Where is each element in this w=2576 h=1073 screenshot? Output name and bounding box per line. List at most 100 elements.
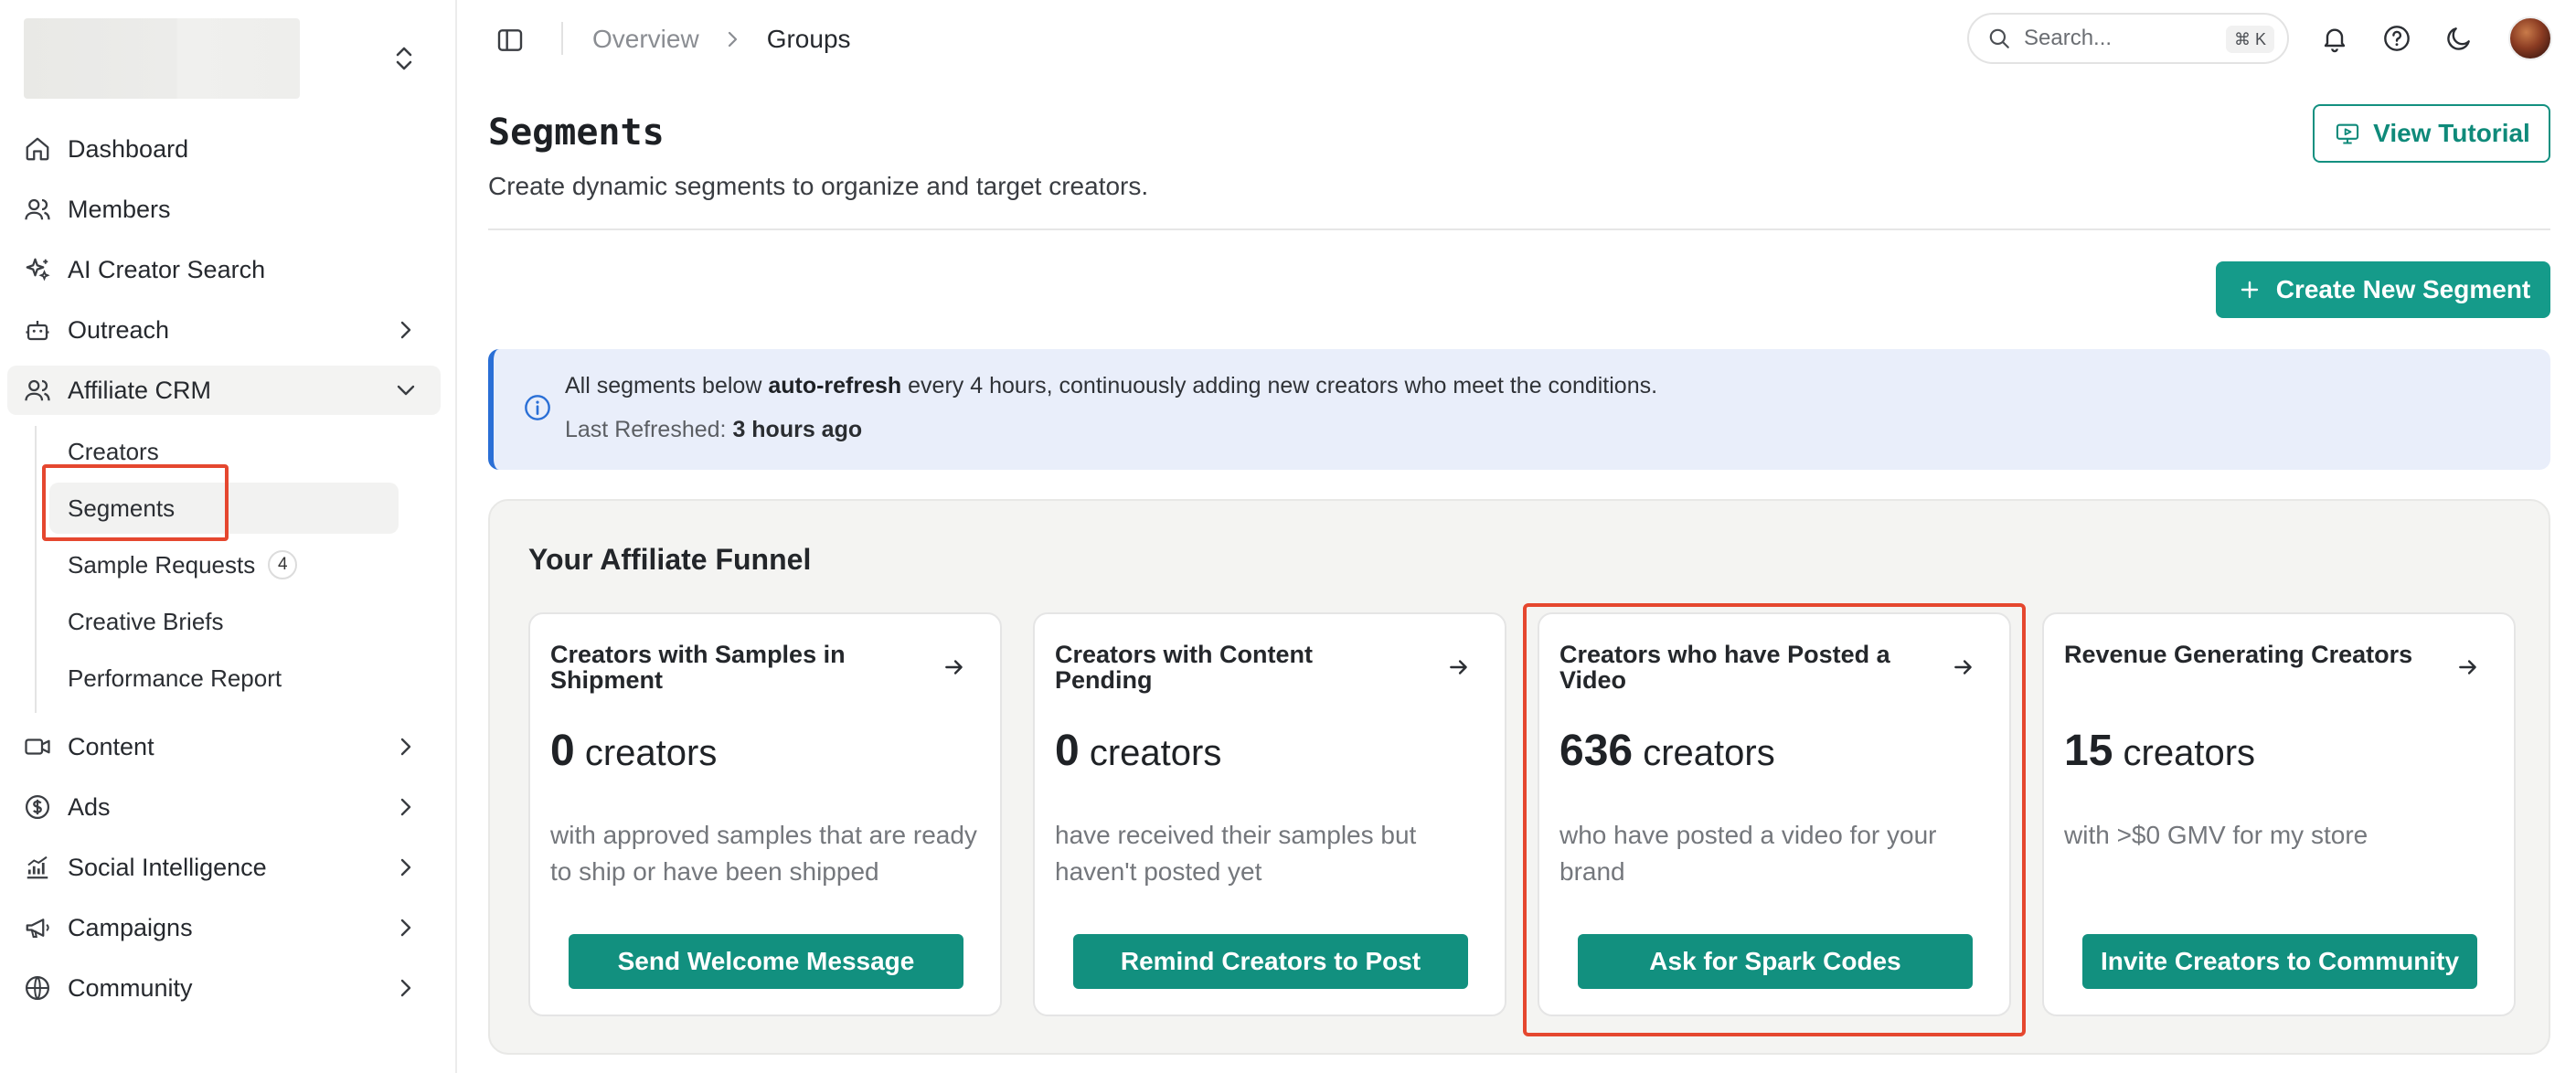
last-refreshed: Last Refreshed: 3 hours ago <box>565 417 862 443</box>
create-new-segment-button[interactable]: Create New Segment <box>2216 261 2550 318</box>
chart-icon <box>22 852 53 883</box>
sidebar-subitem-performance-report[interactable]: Performance Report <box>49 653 399 704</box>
breadcrumb-groups: Groups <box>766 25 851 53</box>
sidebar-subitem-label: Creators <box>68 437 159 465</box>
card-count-unit: creators <box>1643 733 1775 773</box>
sidebar-item-label: Members <box>68 195 171 223</box>
home-icon <box>22 133 53 165</box>
divider <box>488 228 2550 230</box>
bell-icon[interactable] <box>2316 20 2353 57</box>
ask-for-spark-codes-button[interactable]: Ask for Spark Codes <box>1578 934 1973 989</box>
chevron-right-icon <box>393 794 419 820</box>
plus-icon <box>2236 276 2263 303</box>
chevron-right-icon <box>393 734 419 760</box>
sidebar-subitem-segments[interactable]: Segments <box>49 483 399 534</box>
chevrons-up-down-icon[interactable] <box>382 37 426 80</box>
search-input[interactable]: Search... ⌘ K <box>1967 13 2289 64</box>
sidebar-item-community[interactable]: Community <box>7 963 441 1013</box>
card-count-number: 0 <box>550 727 575 775</box>
sidebar-subitem-creative-briefs[interactable]: Creative Briefs <box>49 596 399 647</box>
remind-creators-to-post-button[interactable]: Remind Creators to Post <box>1073 934 1468 989</box>
sidebar-item-label: Community <box>68 973 193 1002</box>
sidebar-subitem-sample-requests[interactable]: Sample Requests 4 <box>49 539 399 590</box>
sidebar-subitem-label: Segments <box>68 494 176 522</box>
workspace-logo <box>24 18 300 99</box>
card-description: who have posted a video for your brand <box>1559 821 1937 886</box>
chevron-right-icon <box>393 915 419 940</box>
sidebar-toggle-icon[interactable] <box>492 22 528 58</box>
sidebar-item-label: Campaigns <box>68 913 193 941</box>
monitor-play-icon <box>2333 119 2362 148</box>
card-title: Creators who have Posted a Video <box>1559 641 1890 694</box>
info-icon <box>521 391 554 424</box>
affiliate-funnel-panel: Your Affiliate Funnel Creators with Samp… <box>488 499 2550 1055</box>
breadcrumb: Overview Groups <box>592 22 851 57</box>
moon-icon[interactable] <box>2441 20 2477 57</box>
avatar[interactable] <box>2508 16 2552 60</box>
count-badge: 4 <box>268 550 298 579</box>
sidebar-item-outreach[interactable]: Outreach <box>7 305 441 355</box>
sidebar: Dashboard Members AI Creator Search Outr… <box>0 0 457 1073</box>
sidebar-item-label: AI Creator Search <box>68 255 266 283</box>
info-text-pre: All segments below <box>565 373 769 398</box>
funnel-card-revenue-generating[interactable]: Revenue Generating Creators 15 creators … <box>2042 612 2516 1016</box>
video-icon <box>22 731 53 762</box>
arrow-right-icon[interactable] <box>1444 653 1474 682</box>
help-icon[interactable] <box>2379 20 2415 57</box>
dollar-icon <box>22 791 53 823</box>
info-text: All segments below auto-refresh every 4 … <box>565 373 1657 399</box>
sidebar-item-label: Social Intelligence <box>68 853 267 881</box>
funnel-card-posted-video[interactable]: Creators who have Posted a Video 636 cre… <box>1538 612 2011 1016</box>
chevron-right-icon <box>393 855 419 880</box>
send-welcome-message-button[interactable]: Send Welcome Message <box>569 934 963 989</box>
view-tutorial-button[interactable]: View Tutorial <box>2313 104 2550 163</box>
chevron-right-icon <box>393 975 419 1001</box>
card-count: 0 creators <box>550 726 717 776</box>
search-placeholder: Search... <box>2024 26 2113 50</box>
sidebar-nav: Dashboard Members AI Creator Search Outr… <box>7 124 441 1024</box>
sidebar-item-label: Content <box>68 732 154 760</box>
arrow-right-icon[interactable] <box>1949 653 1978 682</box>
sidebar-item-content[interactable]: Content <box>7 722 441 771</box>
card-count-number: 15 <box>2064 727 2113 775</box>
card-count: 15 creators <box>2064 726 2255 776</box>
view-tutorial-label: View Tutorial <box>2373 119 2530 147</box>
card-count: 0 creators <box>1055 726 1221 776</box>
sidebar-item-campaigns[interactable]: Campaigns <box>7 903 441 952</box>
arrow-right-icon[interactable] <box>2454 653 2483 682</box>
card-count-unit: creators <box>584 733 718 773</box>
funnel-card-samples-in-shipment[interactable]: Creators with Samples in Shipment 0 crea… <box>528 612 1002 1016</box>
card-description: with approved samples that are ready to … <box>550 821 977 886</box>
sidebar-item-ads[interactable]: Ads <box>7 782 441 832</box>
last-refreshed-value: 3 hours ago <box>732 417 863 442</box>
sidebar-item-social-intelligence[interactable]: Social Intelligence <box>7 843 441 892</box>
card-count-number: 0 <box>1055 727 1080 775</box>
sidebar-item-dashboard[interactable]: Dashboard <box>7 124 441 174</box>
users-icon <box>22 194 53 225</box>
card-description: have received their samples but haven't … <box>1055 821 1417 886</box>
funnel-card-content-pending[interactable]: Creators with Content Pending 0 creators… <box>1033 612 1506 1016</box>
arrow-right-icon[interactable] <box>940 653 969 682</box>
sidebar-item-label: Outreach <box>68 315 170 344</box>
workspace-switcher[interactable] <box>24 18 426 99</box>
chevron-right-icon <box>723 29 743 49</box>
sidebar-item-label: Ads <box>68 792 111 821</box>
sparkles-icon <box>22 254 53 285</box>
invite-creators-to-community-button[interactable]: Invite Creators to Community <box>2082 934 2477 989</box>
search-shortcut: ⌘ K <box>2225 26 2274 53</box>
top-bar: Overview Groups Search... ⌘ K <box>459 0 2576 77</box>
card-title: Revenue Generating Creators <box>2064 641 2413 668</box>
card-count-unit: creators <box>2123 733 2256 773</box>
search-icon <box>1985 25 2013 52</box>
sidebar-subitem-label: Sample Requests <box>68 550 256 579</box>
sidebar-item-affiliate-crm[interactable]: Affiliate CRM <box>7 366 441 415</box>
sidebar-subitem-creators[interactable]: Creators <box>49 426 399 477</box>
sidebar-item-members[interactable]: Members <box>7 185 441 234</box>
breadcrumb-overview[interactable]: Overview <box>592 25 699 54</box>
card-count-number: 636 <box>1559 727 1634 775</box>
sidebar-item-ai-creator-search[interactable]: AI Creator Search <box>7 245 441 294</box>
chevron-down-icon <box>393 377 419 403</box>
funnel-title: Your Affiliate Funnel <box>528 543 812 576</box>
info-text-post: every 4 hours, continuously adding new c… <box>901 373 1658 398</box>
card-description: with >$0 GMV for my store <box>2064 821 2368 849</box>
